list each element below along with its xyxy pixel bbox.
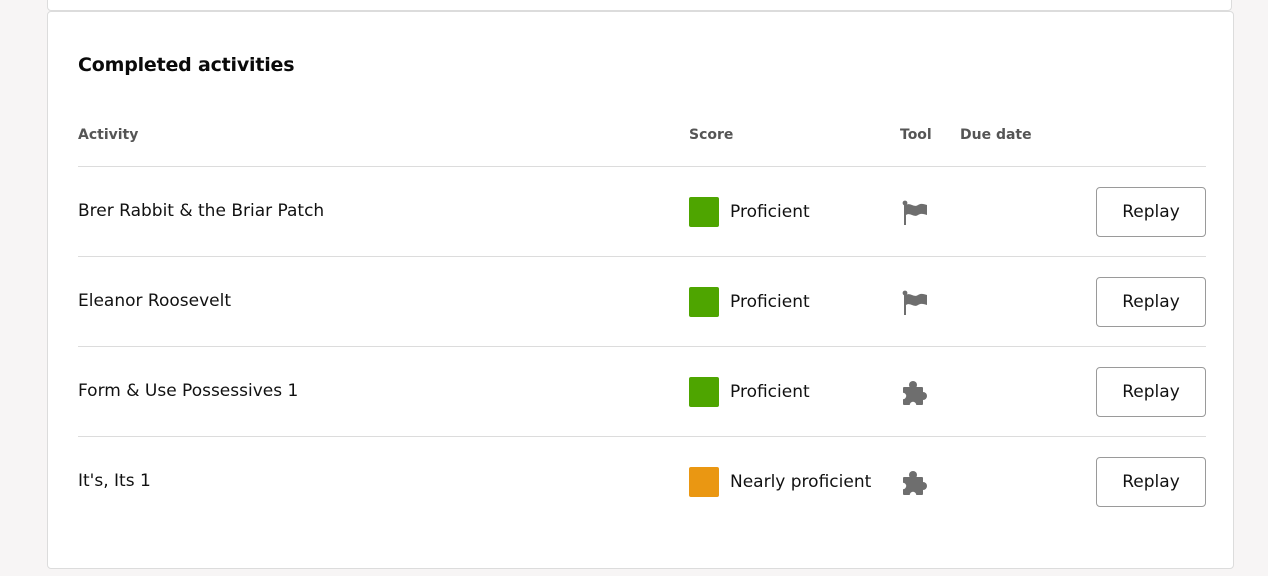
activity-name: It's, Its 1 xyxy=(78,471,151,491)
score-cell: Proficient xyxy=(689,287,810,317)
column-header-tool: Tool xyxy=(900,127,932,143)
puzzle-icon xyxy=(901,469,929,497)
score-cell: Proficient xyxy=(689,377,810,407)
activities-table: Activity Score Tool Due date Brer Rabbit… xyxy=(78,112,1206,526)
flag-icon xyxy=(901,289,929,317)
score-cell: Proficient xyxy=(689,197,810,227)
score-swatch xyxy=(689,287,719,317)
column-header-due-date: Due date xyxy=(960,127,1032,143)
activity-name: Brer Rabbit & the Briar Patch xyxy=(78,201,325,221)
replay-button[interactable]: Replay xyxy=(1096,187,1206,237)
replay-button[interactable]: Replay xyxy=(1096,277,1206,327)
replay-button[interactable]: Replay xyxy=(1096,367,1206,417)
column-header-score: Score xyxy=(689,127,734,143)
table-header: Activity Score Tool Due date xyxy=(78,112,1206,167)
table-row: It's, Its 1 Nearly proficient Replay xyxy=(78,437,1206,526)
puzzle-icon xyxy=(901,379,929,407)
activity-name: Form & Use Possessives 1 xyxy=(78,381,299,401)
table-row: Form & Use Possessives 1 Proficient Repl… xyxy=(78,347,1206,437)
flag-icon xyxy=(901,199,929,227)
score-label: Proficient xyxy=(730,292,810,312)
activity-name: Eleanor Roosevelt xyxy=(78,291,231,311)
score-label: Proficient xyxy=(730,382,810,402)
score-cell: Nearly proficient xyxy=(689,467,871,497)
completed-activities-card: Completed activities Activity Score Tool… xyxy=(47,11,1234,569)
previous-card-edge xyxy=(47,0,1232,11)
score-swatch xyxy=(689,377,719,407)
score-label: Nearly proficient xyxy=(730,472,872,492)
score-swatch xyxy=(689,467,719,497)
table-row: Brer Rabbit & the Briar Patch Proficient… xyxy=(78,167,1206,257)
section-title: Completed activities xyxy=(78,54,295,76)
column-header-activity: Activity xyxy=(78,127,139,143)
score-swatch xyxy=(689,197,719,227)
replay-button[interactable]: Replay xyxy=(1096,457,1206,507)
table-row: Eleanor Roosevelt Proficient Replay xyxy=(78,257,1206,347)
score-label: Proficient xyxy=(730,202,810,222)
